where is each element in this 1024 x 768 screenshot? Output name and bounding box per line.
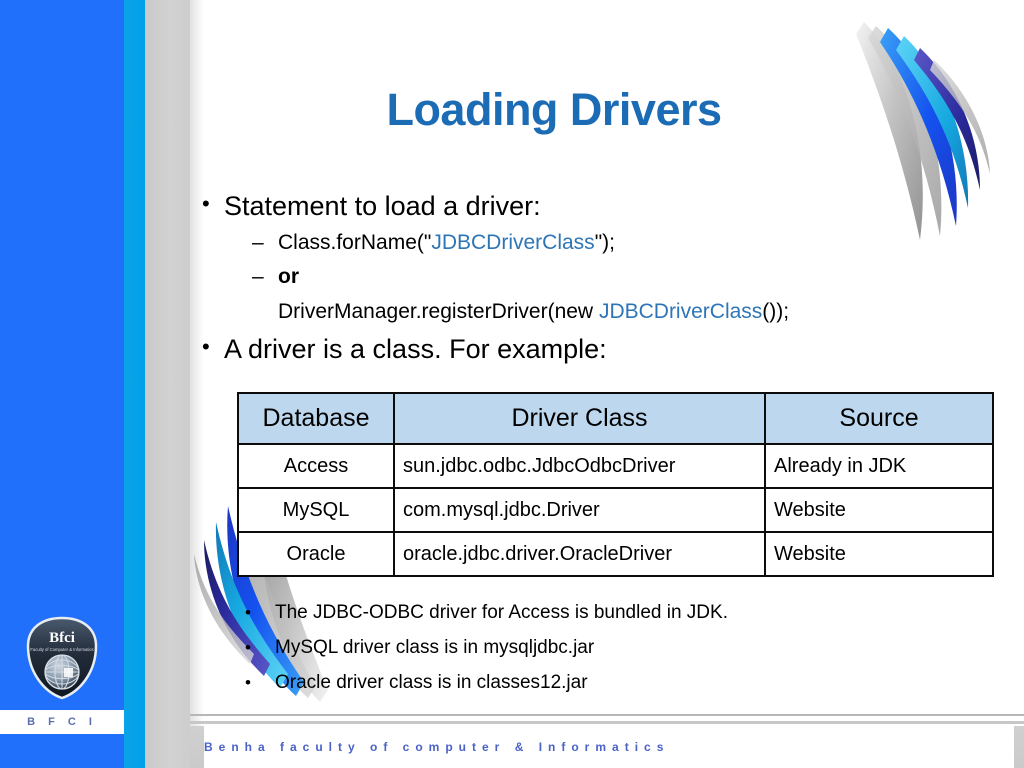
bullet-dot-icon: • xyxy=(202,191,210,216)
code-suffix: ()); xyxy=(762,300,790,323)
note-label: Oracle driver class is in classes12.jar xyxy=(275,672,588,693)
table-row: MySQL com.mysql.jdbc.Driver Website xyxy=(237,487,994,533)
code-driverclass: JDBCDriverClass xyxy=(431,231,595,254)
slide-canvas: Loading Drivers • Statement to load a dri… xyxy=(0,0,1024,768)
cell-source: Website xyxy=(764,531,994,577)
footer-text: Benha faculty of computer & Informatics xyxy=(204,740,670,754)
bullet-dot-icon: • xyxy=(245,603,251,622)
note-mysql-jar: • MySQL driver class is in mysqljdbc.jar xyxy=(245,637,594,659)
subbullet-class-forname: – Class.forName("JDBCDriverClass"); xyxy=(252,231,615,254)
cell-database: Oracle xyxy=(237,531,395,577)
bullet-label: Statement to load a driver: xyxy=(224,191,541,221)
or-label: or xyxy=(278,265,299,288)
cell-driver-class: oracle.jdbc.driver.OracleDriver xyxy=(393,531,766,577)
bullet-dot-icon: • xyxy=(245,638,251,657)
note-label: The JDBC-ODBC driver for Access is bundl… xyxy=(275,602,728,623)
bullet-dot-icon: • xyxy=(245,673,251,692)
table-header-source: Source xyxy=(764,392,994,445)
code-suffix: "); xyxy=(594,231,615,254)
globe-icon xyxy=(44,654,80,690)
note-oracle-jar: • Oracle driver class is in classes12.jar xyxy=(245,672,588,694)
bfci-logo: Bfci Faculty of Computer & Informatics xyxy=(26,616,98,700)
bullet-statement-to-load: • Statement to load a driver: xyxy=(202,192,541,220)
cell-source: Website xyxy=(764,487,994,533)
code-prefix: DriverManager.registerDriver(new xyxy=(278,300,599,323)
code-driverclass: JDBCDriverClass xyxy=(598,300,763,323)
subbullet-or: – or xyxy=(252,265,299,288)
footer-divider-bottom xyxy=(190,721,1024,724)
cell-driver-class: sun.jdbc.odbc.JdbcOdbcDriver xyxy=(393,443,766,489)
table-header-driver-class: Driver Class xyxy=(393,392,766,445)
dash-bullet-icon: – xyxy=(252,231,264,254)
note-jdbc-odbc: • The JDBC-ODBC driver for Access is bund… xyxy=(245,602,728,624)
cell-database: MySQL xyxy=(237,487,395,533)
bfci-tag-label: B F C I xyxy=(27,716,97,728)
logo-tagline-text: Faculty of Computer & Informatics xyxy=(30,647,93,652)
note-label: MySQL driver class is in mysqljdbc.jar xyxy=(275,637,595,658)
cell-driver-class: com.mysql.jdbc.Driver xyxy=(393,487,766,533)
table-row: Access sun.jdbc.odbc.JdbcOdbcDriver Alre… xyxy=(237,443,994,489)
cell-database: Access xyxy=(237,443,395,489)
dash-bullet-icon: – xyxy=(252,265,264,288)
footer-divider-top xyxy=(190,714,1024,716)
globe-highlight xyxy=(64,668,73,677)
table-row: Oracle oracle.jdbc.driver.OracleDriver W… xyxy=(237,531,994,577)
bfci-tag: B F C I xyxy=(0,710,124,734)
bullet-label: A driver is a class. For example: xyxy=(224,334,607,364)
driver-class-table: Database Driver Class Source Access sun.… xyxy=(237,392,994,577)
bullet-dot-icon: • xyxy=(202,334,210,359)
code-prefix: Class.forName(" xyxy=(278,231,432,254)
logo-mark-text: Bfci xyxy=(49,630,75,646)
left-cyan-band xyxy=(124,0,145,768)
subbullet-registerdriver: DriverManager.registerDriver(new JDBCDri… xyxy=(278,300,789,324)
bullet-driver-is-a-class: • A driver is a class. For example: xyxy=(202,335,607,363)
table-header-database: Database xyxy=(237,392,395,445)
cell-source: Already in JDK xyxy=(764,443,994,489)
table-header-row: Database Driver Class Source xyxy=(237,392,994,445)
